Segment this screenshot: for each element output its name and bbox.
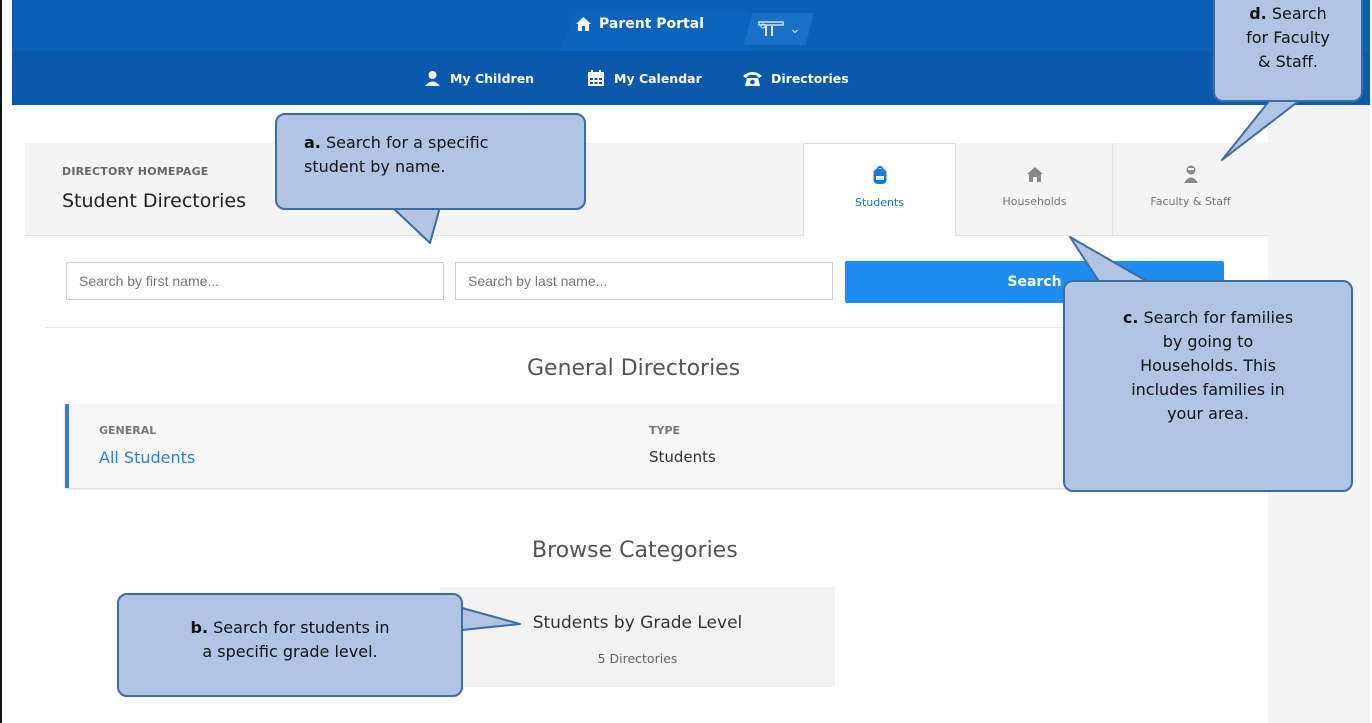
callout-b-text-2: a specific grade level.	[202, 642, 378, 661]
callout-d-text-1: Search	[1266, 4, 1327, 23]
callout-c-text-4: includes families in	[1131, 380, 1285, 399]
callout-b: b. Search for students in a specific gra…	[117, 593, 463, 697]
callout-c: c. Search for families by going to House…	[1063, 280, 1353, 492]
callout-b-letter: b.	[190, 618, 209, 637]
callout-d-text-3: & Staff.	[1258, 52, 1318, 71]
callout-a-text-1: Search for a specific	[320, 133, 489, 152]
callout-c-text-3: Households. This	[1140, 356, 1276, 375]
callout-b-text-1: Search for students in	[208, 618, 390, 637]
callout-a-letter: a.	[304, 133, 321, 152]
callout-d-letter: d.	[1249, 4, 1267, 23]
callout-c-text-5: your area.	[1167, 404, 1249, 423]
callout-c-letter: c.	[1122, 308, 1139, 327]
callout-a-text-2: student by name.	[304, 157, 446, 176]
callout-a: a. Search for a specific student by name…	[275, 113, 586, 210]
callout-d: d. Search for Faculty & Staff.	[1213, 0, 1363, 102]
callout-c-text-2: by going to	[1162, 332, 1254, 351]
callout-c-text-1: Search for families	[1138, 308, 1294, 327]
callout-d-text-2: for Faculty	[1246, 28, 1330, 47]
